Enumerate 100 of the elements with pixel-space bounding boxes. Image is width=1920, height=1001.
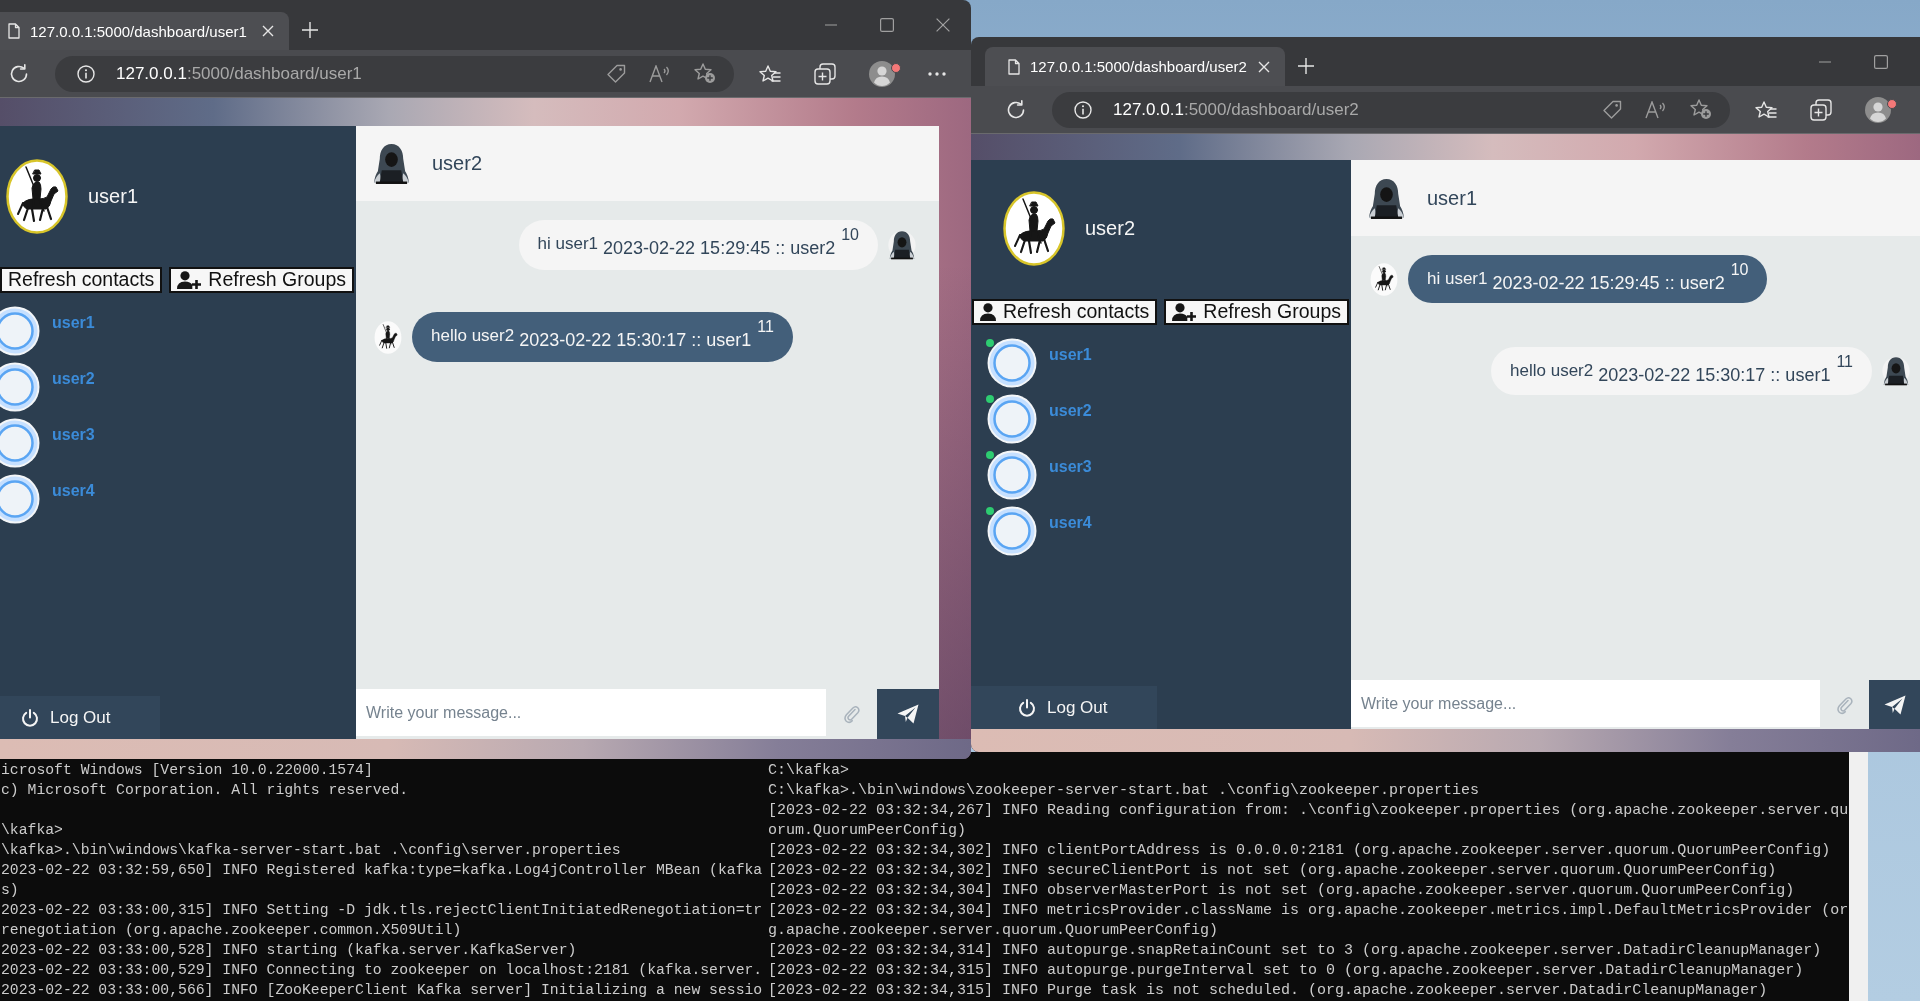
notification-dot-icon xyxy=(1887,98,1897,109)
refresh-contacts-button[interactable]: Refresh contacts xyxy=(0,267,163,293)
star-list-icon[interactable] xyxy=(759,64,781,83)
plus-icon[interactable] xyxy=(1298,58,1314,74)
star-plus-icon[interactable] xyxy=(694,63,716,84)
terminal-line: C:\kafka>.\bin\windows\zookeeper-server-start.bat .\config\zookeeper.properties xyxy=(768,781,1480,801)
avatar-ring-icon xyxy=(987,394,1037,444)
maximize-icon[interactable] xyxy=(1874,55,1888,69)
profile-name: user2 xyxy=(1085,217,1136,240)
letter-waves-icon[interactable] xyxy=(1645,100,1667,119)
terminal-line: [2023-02-22 03:32:34,315] INFO Purge task is not scheduled. (org.apache.zookeeper.server.DatadirCleanupManager) xyxy=(768,981,1768,1001)
squares-plus-icon[interactable] xyxy=(814,62,836,85)
message-number: 10 xyxy=(1730,262,1749,278)
user-plus-icon xyxy=(177,271,202,289)
notification-dot-icon xyxy=(891,62,901,73)
maximize-icon[interactable] xyxy=(880,18,894,32)
tag-icon[interactable] xyxy=(606,63,626,84)
person-icon[interactable] xyxy=(1865,96,1891,123)
plus-icon[interactable] xyxy=(302,22,318,38)
star-plus-icon[interactable] xyxy=(1690,99,1712,120)
address-bar[interactable]: 127.0.0.1:5000/dashboard/user1 xyxy=(55,55,734,92)
avatar-ring-icon xyxy=(0,306,40,356)
paper-plane-icon xyxy=(1883,694,1906,715)
info-icon[interactable] xyxy=(77,64,95,83)
scrollbar-track[interactable] xyxy=(1849,752,1868,1001)
message-text: hi user1 xyxy=(537,234,599,254)
star-list-icon[interactable] xyxy=(1755,100,1777,119)
message-text: hi user1 xyxy=(1427,269,1488,289)
terminal-line: [2023-02-22 03:32:34,304] INFO observerMasterPort is not set (org.apache.zookeeper.server.quorum.QuorumPeerConfig) xyxy=(768,881,1795,901)
horse-rider-icon xyxy=(6,159,68,234)
person-icon[interactable] xyxy=(869,60,895,87)
avatar-ring-icon xyxy=(0,474,40,524)
page-icon xyxy=(1008,58,1020,75)
terminal-line: 2023-02-22 03:33:00,566] INFO [ZooKeeperClient Kafka server] Initializing a new sessio xyxy=(1,981,763,1000)
message-text: hello user2 xyxy=(1510,361,1594,381)
refresh-groups-button[interactable]: Refresh Groups xyxy=(1164,299,1349,325)
terminal-line: renegotiation (org.apache.zookeeper.common.X509Util) xyxy=(1,921,462,940)
terminal-line: [2023-02-22 03:32:34,304] INFO metricsProvider.className is org.apache.zookeeper.metrics.impl.DefaultMetricsProvider (or xyxy=(768,901,1849,921)
hooded-figure-icon xyxy=(1882,356,1910,386)
terminal-line: \kafka>.\bin\windows\kafka-server-start.bat .\config\server.properties xyxy=(1,841,621,860)
address-bar[interactable]: 127.0.0.1:5000/dashboard/user2 xyxy=(1052,91,1730,128)
message-input[interactable]: Write your message... xyxy=(1351,680,1820,727)
terminal-line: [2023-02-22 03:32:34,302] INFO secureClientPort is not set (org.apache.zookeeper.server.quorum.QuorumPeerConfig) xyxy=(768,861,1777,881)
power-icon xyxy=(21,708,39,727)
chat-contact-name: user2 xyxy=(432,152,483,175)
message-text: hello user2 xyxy=(431,326,515,346)
browser-tab[interactable]: 127.0.0.1:5000/dashboard/user2 xyxy=(985,47,1285,86)
message-timestamp: 2023-02-22 15:29:45 :: user2 xyxy=(1492,273,1725,293)
chat-contact-name: user1 xyxy=(1427,186,1478,210)
log-out-button[interactable]: Log Out xyxy=(0,696,160,739)
horse-rider-icon xyxy=(1370,262,1398,296)
terminal-line: C:\kafka> xyxy=(768,761,849,781)
send-button[interactable] xyxy=(877,689,939,739)
paper-plane-icon xyxy=(897,704,919,724)
hooded-figure-icon xyxy=(1367,176,1406,220)
tag-icon[interactable] xyxy=(1602,99,1622,120)
refresh-contacts-button[interactable]: Refresh contacts xyxy=(972,299,1158,325)
message-timestamp: 2023-02-22 15:30:17 :: user1 xyxy=(519,330,752,350)
user-plus-icon xyxy=(1172,303,1197,321)
log-out-button[interactable]: Log Out xyxy=(971,686,1157,729)
avatar-ring-icon xyxy=(987,450,1037,500)
letter-waves-icon[interactable] xyxy=(649,64,671,83)
message-timestamp: 2023-02-22 15:29:45 :: user2 xyxy=(603,238,836,258)
terminal-line: [2023-02-22 03:32:34,314] INFO autopurge.snapRetainCount set to 3 (org.apache.zookeeper.server.DatadirCleanupManager) xyxy=(768,941,1822,961)
hooded-figure-icon xyxy=(372,142,411,185)
message-number: 10 xyxy=(841,227,859,243)
terminal-line: 2023-02-22 03:33:00,528] INFO starting (kafka.server.KafkaServer) xyxy=(1,941,577,960)
refresh-icon[interactable] xyxy=(9,63,29,84)
paperclip-icon[interactable] xyxy=(1835,694,1854,715)
avatar-ring-icon xyxy=(0,418,40,468)
terminal-line: 2023-02-22 03:33:00,529] INFO Connecting to zookeeper on localhost:2181 (kafka.server. xyxy=(1,961,763,980)
user-icon xyxy=(980,303,996,321)
terminal-line: [2023-02-22 03:32:34,267] INFO Reading configuration from: .\config\zookeeper.properties (org.apache.zookeeper.server.qu xyxy=(768,801,1849,821)
terminal-line: [2023-02-22 03:32:34,315] INFO autopurge.purgeInterval set to 0 (org.apache.zookeeper.server.DatadirCleanupManager) xyxy=(768,961,1804,981)
paperclip-icon[interactable] xyxy=(842,704,861,724)
terminal-line: 2023-02-22 03:32:59,650] INFO Registered kafka:type=kafka.Log4jController MBean (kafka xyxy=(1,861,763,880)
refresh-icon[interactable] xyxy=(1006,99,1026,120)
terminal-line: [2023-02-22 03:32:34,302] INFO clientPortAddress is 0.0.0.0:2181 (org.apache.zookeeper.server.quorum.QuorumPeerConfig) xyxy=(768,841,1831,861)
terminal-line: 2023-02-22 03:33:00,315] INFO Setting -D jdk.tls.rejectClientInitiatedRenegotiation=tr xyxy=(1,901,763,920)
power-icon xyxy=(1018,698,1036,717)
send-button[interactable] xyxy=(1869,680,1920,729)
message-number: 11 xyxy=(757,319,774,335)
horse-rider-icon xyxy=(374,320,402,354)
browser-tab[interactable]: 127.0.0.1:5000/dashboard/user1 xyxy=(0,12,289,50)
message-input[interactable]: Write your message... xyxy=(356,689,826,736)
terminal-line: g.apache.zookeeper.server.quorum.QuorumPeerConfig) xyxy=(768,921,1219,941)
profile-name: user1 xyxy=(88,185,139,208)
more-icon[interactable] xyxy=(928,71,946,76)
terminal-line: icrosoft Windows [Version 10.0.22000.1574] xyxy=(1,761,373,780)
hooded-figure-icon xyxy=(888,230,916,260)
squares-plus-icon[interactable] xyxy=(1810,98,1832,121)
horse-rider-icon xyxy=(1003,191,1065,266)
terminal-line: c) Microsoft Corporation. All rights reserved. xyxy=(1,781,409,800)
avatar-ring-icon xyxy=(987,506,1037,556)
message-number: 11 xyxy=(1836,354,1853,370)
close-icon[interactable] xyxy=(936,18,950,32)
info-icon[interactable] xyxy=(1074,100,1092,119)
avatar-ring-icon xyxy=(987,338,1037,388)
refresh-groups-button[interactable]: Refresh Groups xyxy=(169,267,354,293)
terminal-line: \kafka> xyxy=(1,821,63,840)
